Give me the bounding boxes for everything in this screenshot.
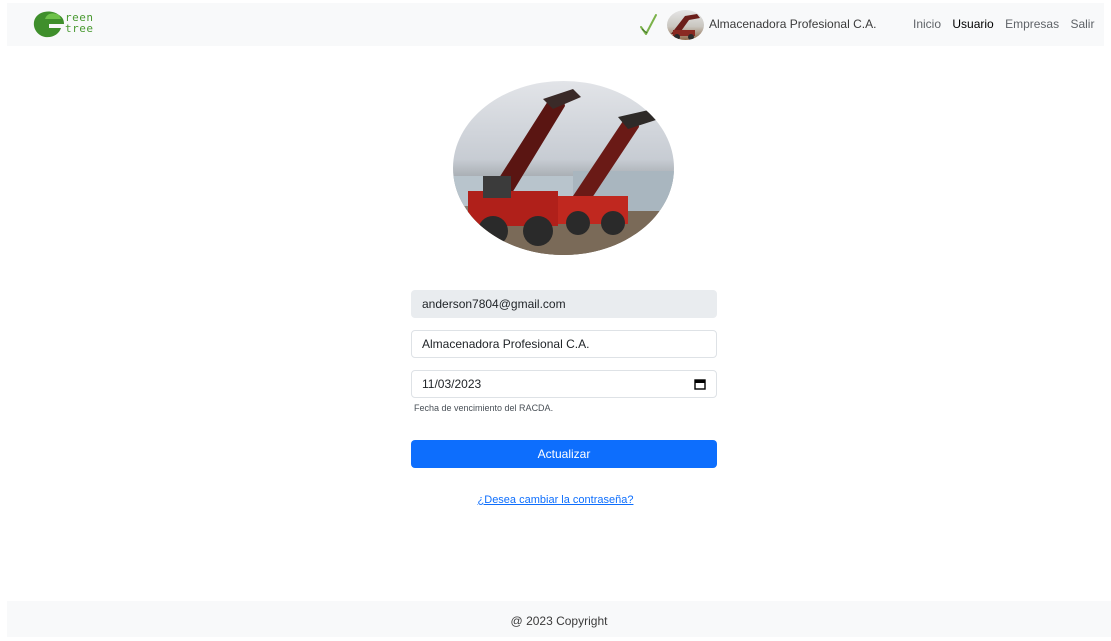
email-field[interactable]: anderson7804@gmail.com: [411, 290, 717, 318]
nav-link-inicio[interactable]: Inicio: [913, 17, 941, 31]
company-field[interactable]: Almacenadora Profesional C.A.: [411, 330, 717, 358]
forklift-photo-icon: [671, 14, 700, 40]
update-button[interactable]: Actualizar: [411, 440, 717, 468]
nav-link-salir[interactable]: Salir: [1070, 17, 1094, 31]
footer: @ 2023 Copyright: [7, 601, 1111, 637]
copyright-text: @ 2023 Copyright: [510, 614, 608, 628]
change-password-link[interactable]: ¿Desea cambiar la contraseña?: [0, 494, 1111, 506]
calendar-icon[interactable]: [694, 378, 706, 390]
brand-text: reen tree: [65, 12, 94, 34]
checkmark-icon: [640, 14, 657, 35]
brand-text-line2: tree: [65, 22, 94, 35]
date-value: 11/03/2023: [422, 377, 482, 391]
company-photo: [453, 81, 674, 255]
forklift-image-icon: [453, 89, 674, 255]
expiry-date-field[interactable]: 11/03/2023: [411, 370, 717, 398]
nav-link-usuario[interactable]: Usuario: [952, 17, 993, 31]
nav-link-empresas[interactable]: Empresas: [1005, 17, 1059, 31]
top-navbar: reen tree Almacenadora Profesional C.A. …: [7, 3, 1104, 46]
green-tree-logo-icon: [33, 11, 64, 38]
company-name: Almacenadora Profesional C.A.: [709, 17, 877, 31]
company-avatar[interactable]: [667, 10, 704, 40]
date-help-text: Fecha de vencimiento del RACDA.: [414, 403, 554, 413]
nav-links: Inicio Usuario Empresas Salir: [913, 17, 1102, 31]
brand-logo[interactable]: reen tree: [31, 9, 151, 39]
